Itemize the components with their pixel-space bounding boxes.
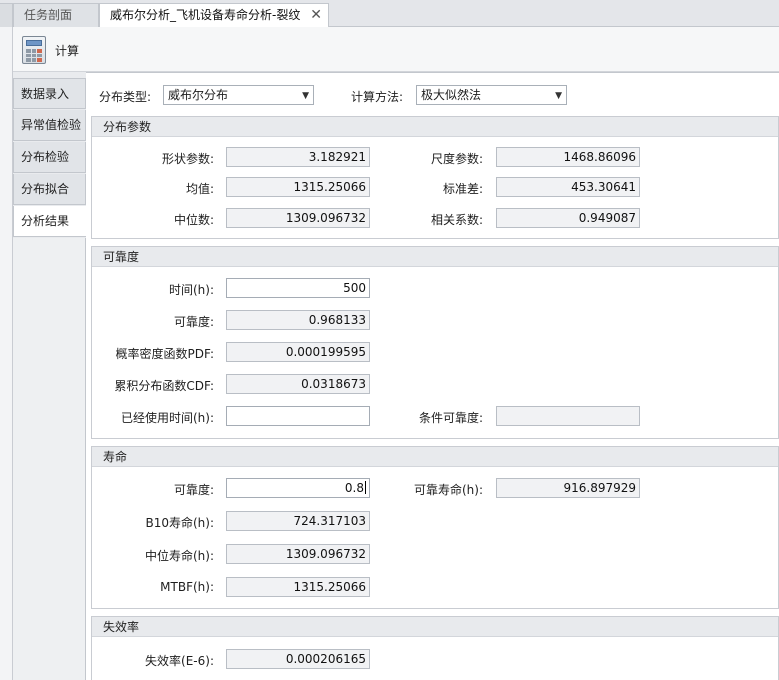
side-tab-distribution-fit[interactable]: 分布拟合 bbox=[13, 174, 86, 205]
side-tab-analysis-results[interactable]: 分析结果 bbox=[13, 206, 87, 237]
std-label: 标准差: bbox=[442, 182, 483, 196]
pdf-field: 0.000199595 bbox=[226, 342, 370, 362]
reliable-life-field: 916.897929 bbox=[496, 478, 640, 498]
b10-life-field: 724.317103 bbox=[226, 511, 370, 531]
corr-label: 相关系数: bbox=[430, 213, 483, 227]
calculator-icon bbox=[22, 36, 46, 64]
scale-param-field: 1468.86096 bbox=[496, 147, 640, 167]
side-tab-label: 分布拟合 bbox=[21, 182, 70, 196]
side-tab-distribution-test[interactable]: 分布检验 bbox=[13, 142, 86, 173]
side-tab-label: 异常值检验 bbox=[21, 118, 82, 132]
chevron-down-icon: ▼ bbox=[302, 91, 309, 101]
document-tabstrip: 任务剖面 威布尔分析_飞机设备寿命分析-裂纹 ✕ bbox=[0, 0, 779, 28]
calculate-label: 计算 bbox=[55, 44, 80, 58]
reliability-field: 0.968133 bbox=[226, 310, 370, 330]
side-tab-label: 分析结果 bbox=[21, 214, 70, 228]
group-title: 可靠度 bbox=[92, 247, 778, 267]
side-tab-label: 数据录入 bbox=[21, 87, 70, 101]
tab-weibull-analysis[interactable]: 威布尔分析_飞机设备寿命分析-裂纹 ✕ bbox=[99, 3, 329, 28]
mean-field: 1315.25066 bbox=[226, 177, 370, 197]
toolbar bbox=[0, 27, 779, 72]
side-tab-data-entry[interactable]: 数据录入 bbox=[13, 78, 86, 109]
median-label: 中位数: bbox=[173, 213, 214, 227]
dist-type-select[interactable]: 威布尔分布 ▼ bbox=[163, 85, 314, 105]
failure-rate-label: 失效率(E-6): bbox=[145, 654, 214, 668]
life-reliability-input[interactable]: 0.8 bbox=[226, 478, 370, 498]
scale-param-label: 尺度参数: bbox=[430, 152, 483, 166]
text-caret bbox=[365, 481, 366, 494]
left-panel-strip bbox=[0, 27, 13, 680]
b10-life-label: B10寿命(h): bbox=[145, 516, 214, 530]
shape-param-label: 形状参数: bbox=[161, 152, 214, 166]
used-time-input[interactable] bbox=[226, 406, 370, 426]
tab-mission-profile[interactable]: 任务剖面 bbox=[13, 3, 99, 27]
pdf-label: 概率密度函数PDF: bbox=[115, 347, 215, 361]
time-input[interactable]: 500 bbox=[226, 278, 370, 298]
conditional-reliability-label: 条件可靠度: bbox=[418, 411, 483, 425]
calc-method-label: 计算方法: bbox=[351, 90, 404, 104]
group-reliability: 可靠度 时间(h): 500 可靠度: 0.968133 概率密度函数PDF: … bbox=[91, 246, 779, 439]
tab-label: 威布尔分析_飞机设备寿命分析-裂纹 bbox=[110, 8, 301, 22]
failure-rate-field: 0.000206165 bbox=[226, 649, 370, 669]
corr-field: 0.949087 bbox=[496, 208, 640, 228]
time-label: 时间(h): bbox=[168, 283, 214, 297]
used-time-label: 已经使用时间(h): bbox=[120, 411, 214, 425]
shape-param-field: 3.182921 bbox=[226, 147, 370, 167]
group-life: 寿命 可靠度: 0.8 可靠寿命(h): 916.897929 B10寿命(h)… bbox=[91, 446, 779, 609]
calculate-button[interactable]: 计算 bbox=[22, 33, 92, 67]
mean-label: 均值: bbox=[185, 182, 214, 196]
chevron-down-icon: ▼ bbox=[555, 91, 562, 101]
cdf-label: 累积分布函数CDF: bbox=[114, 379, 214, 393]
group-title: 失效率 bbox=[92, 617, 778, 637]
median-life-field: 1309.096732 bbox=[226, 544, 370, 564]
side-tab-outlier-test[interactable]: 异常值检验 bbox=[13, 110, 86, 141]
life-reliability-label: 可靠度: bbox=[173, 483, 214, 497]
side-tab-label: 分布检验 bbox=[21, 150, 70, 164]
cdf-field: 0.0318673 bbox=[226, 374, 370, 394]
life-reliability-value: 0.8 bbox=[344, 481, 364, 495]
close-icon[interactable]: ✕ bbox=[310, 4, 322, 26]
std-field: 453.30641 bbox=[496, 177, 640, 197]
group-failure-rate: 失效率 失效率(E-6): 0.000206165 bbox=[91, 616, 779, 680]
tabstrip-lead bbox=[0, 3, 13, 27]
calc-method-select[interactable]: 极大似然法 ▼ bbox=[416, 85, 567, 105]
dist-type-label: 分布类型: bbox=[99, 90, 152, 104]
calc-method-value: 极大似然法 bbox=[421, 88, 482, 102]
conditional-reliability-field bbox=[496, 406, 640, 426]
mtbf-label: MTBF(h): bbox=[160, 580, 214, 594]
dist-type-value: 威布尔分布 bbox=[168, 88, 229, 102]
group-title: 寿命 bbox=[92, 447, 778, 467]
mtbf-field: 1315.25066 bbox=[226, 577, 370, 597]
reliability-label: 可靠度: bbox=[173, 315, 214, 329]
group-title: 分布参数 bbox=[92, 117, 778, 137]
side-tab-filler bbox=[13, 238, 86, 680]
median-field: 1309.096732 bbox=[226, 208, 370, 228]
group-distribution-params: 分布参数 形状参数: 3.182921 尺度参数: 1468.86096 均值:… bbox=[91, 116, 779, 239]
analysis-results-panel: 分布类型: 威布尔分布 ▼ 计算方法: 极大似然法 ▼ 分布参数 形状参数: 3… bbox=[86, 72, 779, 680]
median-life-label: 中位寿命(h): bbox=[144, 549, 214, 563]
reliable-life-label: 可靠寿命(h): bbox=[413, 483, 483, 497]
tab-label: 任务剖面 bbox=[24, 8, 73, 22]
